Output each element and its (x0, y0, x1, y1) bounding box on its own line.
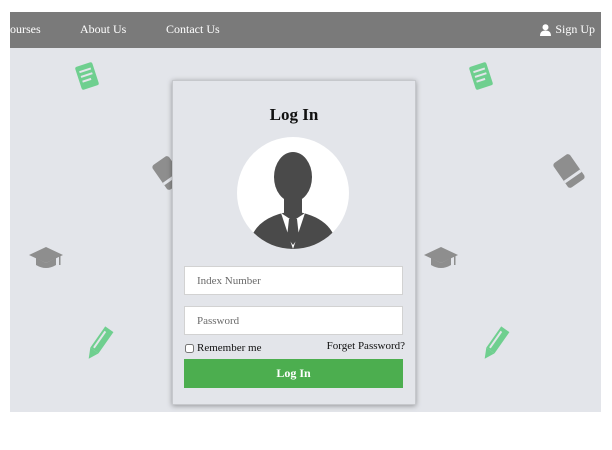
nav-sign-up[interactable]: Sign Up (540, 22, 595, 37)
index-number-input[interactable] (184, 266, 403, 295)
eraser-icon (553, 154, 585, 188)
nav-about-us[interactable]: About Us (80, 22, 126, 37)
document-icon (469, 62, 493, 90)
password-input[interactable] (184, 306, 403, 335)
remember-me-label: Remember me (197, 342, 262, 354)
sign-up-label: Sign Up (555, 22, 595, 36)
login-title: Log In (269, 105, 319, 124)
nav-contact-us[interactable]: Contact Us (166, 22, 220, 37)
user-icon (540, 23, 552, 36)
remember-me[interactable]: Remember me (185, 342, 261, 354)
top-navbar: Courses About Us Contact Us Sign Up (10, 12, 601, 48)
pencil-icon (88, 326, 114, 359)
nav-courses[interactable]: Courses (10, 22, 41, 37)
remember-me-checkbox[interactable] (185, 343, 194, 353)
graduation-cap-icon (29, 247, 63, 268)
avatar-icon (237, 137, 349, 249)
graduation-cap-icon (424, 247, 458, 268)
login-button[interactable]: Log In (184, 359, 403, 388)
page-background: Courses About Us Contact Us Sign Up (10, 12, 601, 412)
pencil-icon (484, 326, 510, 359)
forgot-password-link[interactable]: Forget Password? (327, 340, 405, 352)
document-icon (75, 62, 99, 90)
login-card: Log In Remember me Forget Password? Log … (172, 80, 416, 405)
